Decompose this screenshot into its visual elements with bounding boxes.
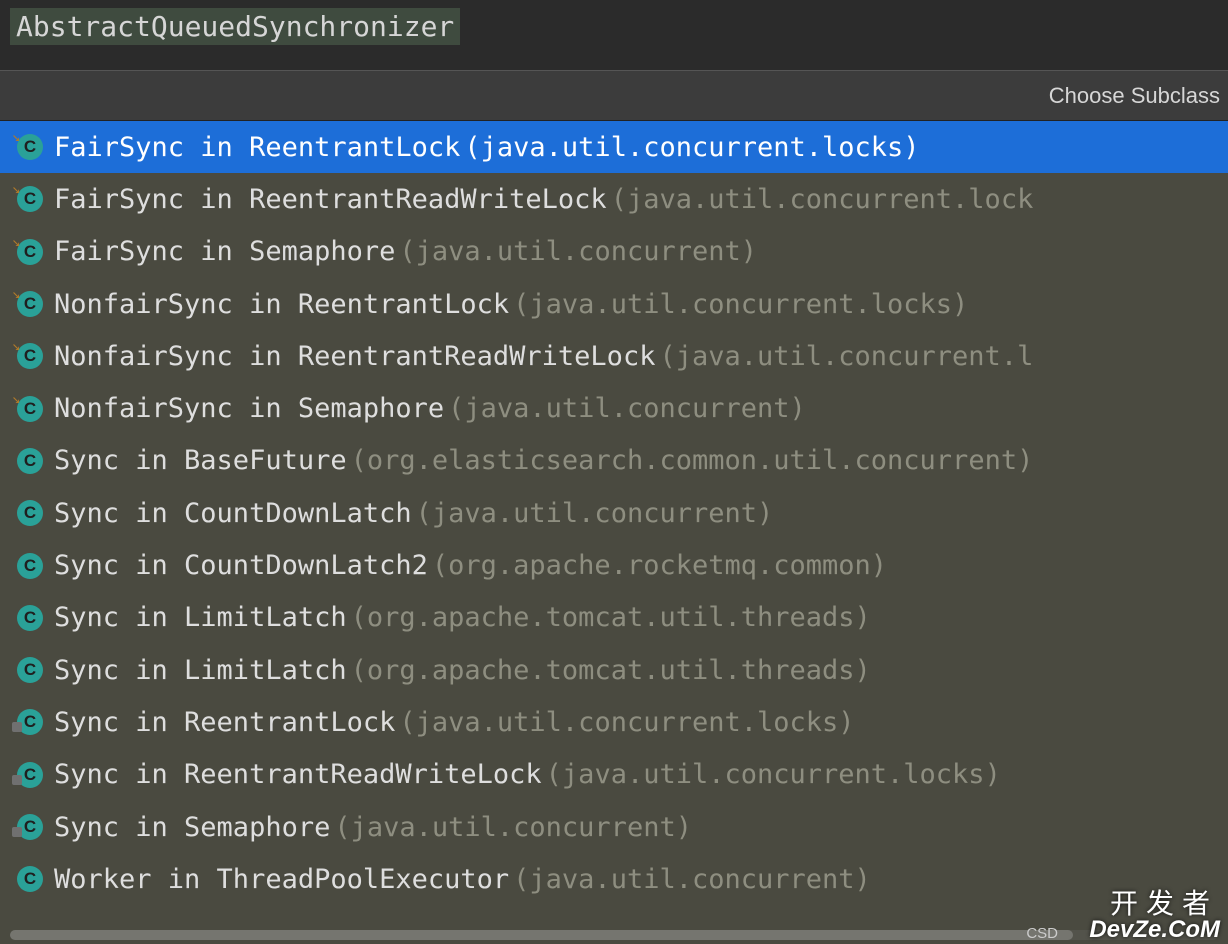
override-overlay-icon: ↘ — [12, 129, 24, 141]
item-package: (java.util.concurrent) — [513, 864, 871, 895]
scrollbar-thumb[interactable] — [10, 930, 1073, 940]
class-icon: C — [16, 604, 44, 632]
list-item[interactable]: C↘NonfairSync in ReentrantReadWriteLock … — [0, 330, 1228, 382]
popup-title-bar: Choose Subclass — [0, 71, 1228, 121]
class-icon: C — [16, 552, 44, 580]
override-overlay-icon: ↘ — [12, 286, 24, 298]
class-icon: C↘ — [16, 133, 44, 161]
list-item[interactable]: C Sync in BaseFuture (org.elasticsearch.c… — [0, 435, 1228, 487]
item-package: (org.apache.tomcat.util.threads) — [351, 602, 871, 633]
lock-overlay-icon — [12, 722, 22, 732]
list-item[interactable]: C↘ FairSync in Semaphore (java.util.concu… — [0, 226, 1228, 278]
list-item[interactable]: C Sync in CountDownLatch2 (org.apache.roc… — [0, 539, 1228, 591]
item-package: (java.util.concurrent) — [334, 812, 692, 843]
item-package: (java.util.concurrent.locks) — [399, 707, 854, 738]
lock-overlay-icon — [12, 827, 22, 837]
item-package: (org.apache.tomcat.util.threads) — [351, 655, 871, 686]
item-name: Sync in CountDownLatch2 — [54, 550, 428, 581]
item-package: (java.util.concurrent.locks) — [513, 289, 968, 320]
item-name: NonfairSync in Semaphore — [54, 393, 444, 424]
item-name: FairSync in ReentrantReadWriteLock — [54, 184, 607, 215]
list-item[interactable]: C↘ NonfairSync in Semaphore (java.util.co… — [0, 382, 1228, 434]
item-name: NonfairSync in ReentrantLock — [54, 289, 509, 320]
override-overlay-icon: ↘ — [12, 234, 24, 246]
item-package: (java.util.concurrent.locks) — [464, 132, 919, 163]
item-package: (org.apache.rocketmq.common) — [432, 550, 887, 581]
class-icon: C↘ — [16, 185, 44, 213]
override-overlay-icon: ↘ — [12, 181, 24, 193]
item-package: (java.util.concurrent.locks) — [546, 759, 1001, 790]
list-item[interactable]: C↘ FairSync in ReentrantReadWriteLock (ja… — [0, 173, 1228, 225]
class-icon: C↘ — [16, 290, 44, 318]
lock-overlay-icon — [12, 775, 22, 785]
class-icon: C — [16, 656, 44, 684]
item-name: FairSync in Semaphore — [54, 236, 395, 267]
list-item[interactable]: C↘ NonfairSync in ReentrantLock (java.uti… — [0, 278, 1228, 330]
popup-title: Choose Subclass — [1049, 83, 1220, 109]
item-name: Sync in LimitLatch — [54, 602, 347, 633]
item-name: NonfairSync in ReentrantReadWriteLock — [54, 341, 655, 372]
class-icon: C — [16, 499, 44, 527]
item-package: (java.util.concurrent) — [399, 236, 757, 267]
item-package: (java.util.concurrent.lock — [611, 184, 1034, 215]
item-name: Sync in Semaphore — [54, 812, 330, 843]
list-item[interactable]: C↘ FairSync in ReentrantLock (java.util.c… — [0, 121, 1228, 173]
class-icon: C↘ — [16, 342, 44, 370]
class-icon: C↘ — [16, 395, 44, 423]
item-package: (org.elasticsearch.common.util.concurren… — [351, 445, 1034, 476]
class-icon: C — [16, 865, 44, 893]
item-name: Sync in LimitLatch — [54, 655, 347, 686]
csdn-watermark: CSD — [1026, 925, 1058, 942]
list-item[interactable]: C Sync in ReentrantReadWriteLock (java.ut… — [0, 749, 1228, 801]
editor-class-name: AbstractQueuedSynchronizer — [10, 8, 460, 45]
editor-header: AbstractQueuedSynchronizer — [0, 0, 1228, 70]
item-name: FairSync in ReentrantLock — [54, 132, 460, 163]
item-package: (java.util.concurrent.l — [659, 341, 1033, 372]
override-overlay-icon: ↘ — [12, 391, 24, 403]
item-name: Sync in CountDownLatch — [54, 498, 412, 529]
item-name: Sync in BaseFuture — [54, 445, 347, 476]
list-item[interactable]: C Sync in LimitLatch (org.apache.tomcat.u… — [0, 644, 1228, 696]
list-item[interactable]: C Sync in LimitLatch (org.apache.tomcat.u… — [0, 592, 1228, 644]
class-icon: C — [16, 761, 44, 789]
list-item[interactable]: C Sync in CountDownLatch (java.util.concu… — [0, 487, 1228, 539]
list-item[interactable]: C Sync in ReentrantLock (java.util.concur… — [0, 696, 1228, 748]
override-overlay-icon: ↘ — [12, 338, 24, 350]
list-item[interactable]: C Worker in ThreadPoolExecutor (java.util… — [0, 853, 1228, 905]
list-item[interactable]: C Sync in Semaphore (java.util.concurrent… — [0, 801, 1228, 853]
subclass-list[interactable]: C↘FairSync in ReentrantLock (java.util.c… — [0, 121, 1228, 905]
item-name: Sync in ReentrantLock — [54, 707, 395, 738]
item-package: (java.util.concurrent) — [416, 498, 774, 529]
class-icon: C — [16, 813, 44, 841]
item-name: Sync in ReentrantReadWriteLock — [54, 759, 542, 790]
item-package: (java.util.concurrent) — [448, 393, 806, 424]
choose-subclass-popup: Choose Subclass C↘FairSync in ReentrantL… — [0, 70, 1228, 944]
class-icon: C — [16, 708, 44, 736]
class-icon: C — [16, 447, 44, 475]
item-name: Worker in ThreadPoolExecutor — [54, 864, 509, 895]
class-icon: C↘ — [16, 238, 44, 266]
